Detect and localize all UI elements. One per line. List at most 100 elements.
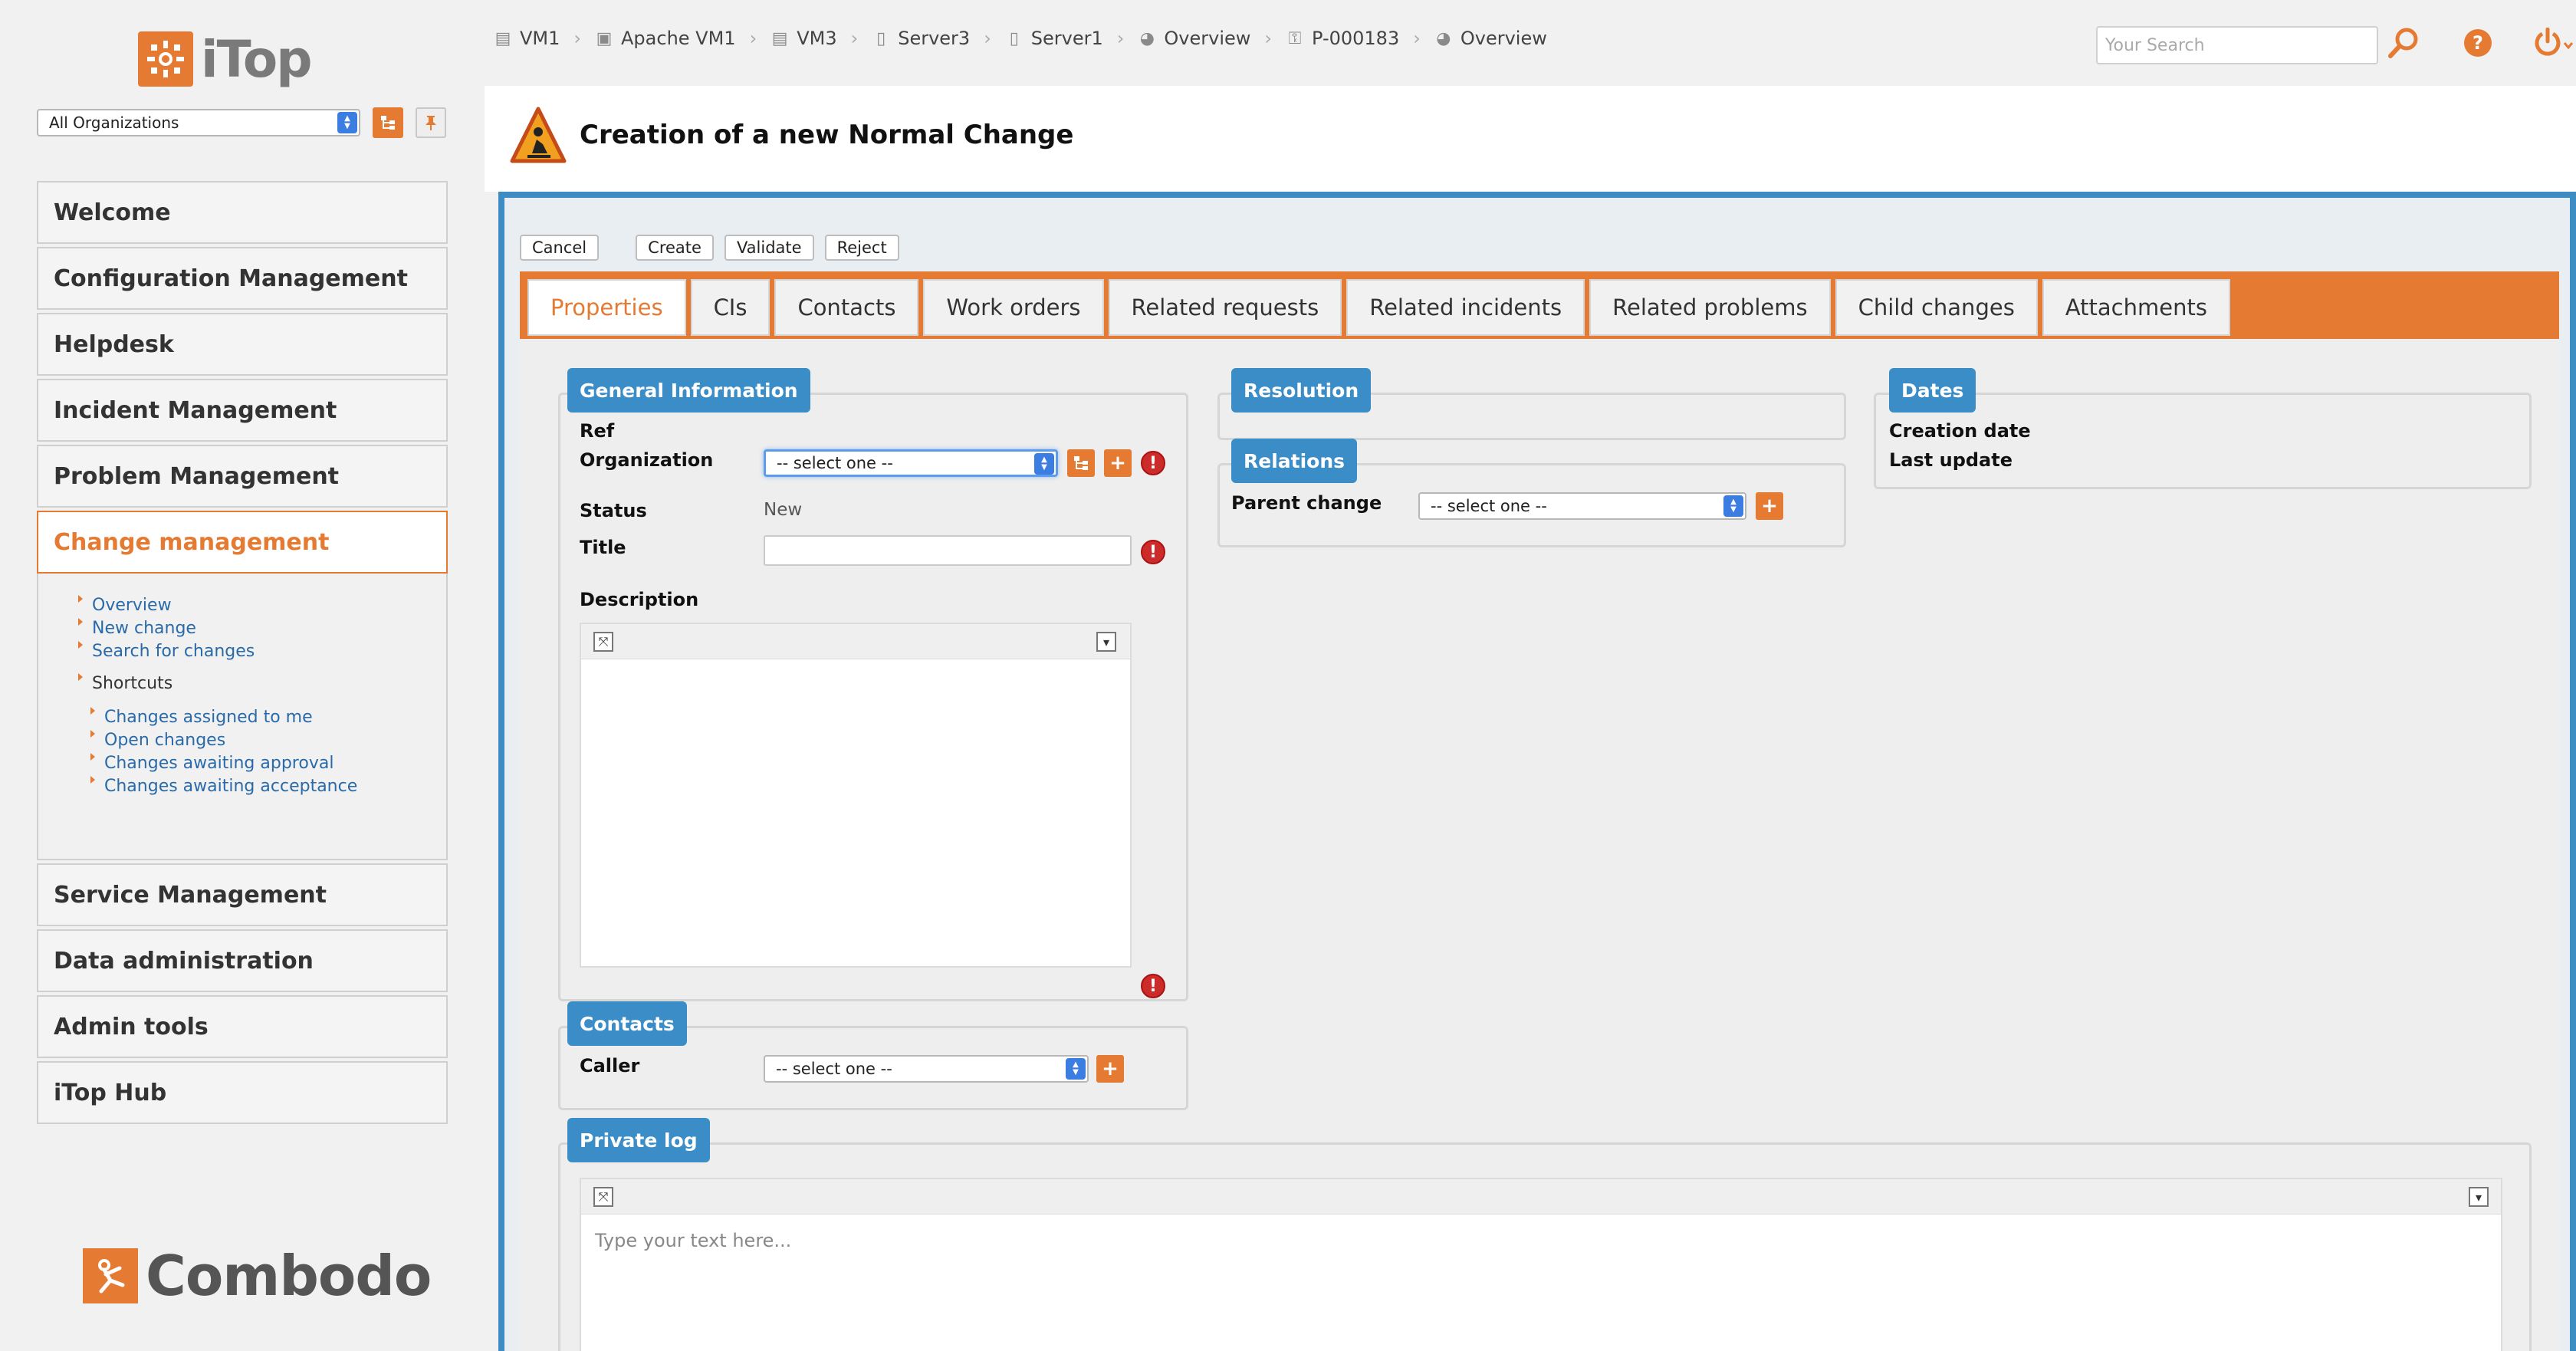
tab-contacts[interactable]: Contacts: [774, 279, 919, 336]
menu-itop-hub[interactable]: iTop Hub: [37, 1061, 448, 1124]
description-label: Description: [580, 589, 699, 610]
menu-change-management[interactable]: Change management: [37, 511, 448, 574]
pin-icon[interactable]: [416, 107, 446, 138]
menu-welcome[interactable]: Welcome: [37, 181, 448, 244]
change-warning-icon: [510, 107, 567, 163]
caller-select[interactable]: -- select one -- ▲ ▼: [764, 1055, 1089, 1083]
search-input[interactable]: Your Search: [2096, 26, 2378, 64]
top-bar: ▤ VM1 › ▣ Apache VM1 › ▤ VM3 › ▯ Server3…: [485, 0, 2576, 86]
breadcrumb: ▤ VM1 › ▣ Apache VM1 › ▤ VM3 › ▯ Server3…: [494, 28, 1547, 49]
breadcrumb-item[interactable]: ▣ Apache VM1: [595, 28, 736, 49]
creation-date-label: Creation date: [1889, 420, 2031, 442]
toolbar-toggle-icon[interactable]: ▾: [1096, 632, 1116, 652]
organization-select-value: -- select one --: [777, 454, 893, 472]
breadcrumb-separator-icon: ›: [984, 28, 991, 49]
toolbar-toggle-icon[interactable]: ▾: [2469, 1187, 2489, 1207]
cancel-button[interactable]: Cancel: [520, 235, 600, 261]
breadcrumb-item[interactable]: ◕ Overview: [1138, 28, 1251, 49]
breadcrumb-item[interactable]: ▤ VM3: [770, 28, 837, 49]
breadcrumb-label: Server3: [898, 28, 971, 49]
add-parent-change-icon[interactable]: +: [1756, 492, 1783, 520]
breadcrumb-item[interactable]: ▤ VM1: [494, 28, 560, 49]
organization-select-value: All Organizations: [49, 113, 179, 132]
menu-problem-management[interactable]: Problem Management: [37, 445, 448, 508]
server-icon: ▤: [495, 28, 511, 48]
tab-cis[interactable]: CIs: [690, 279, 770, 336]
editor-toolbar: ⤧ ▾: [581, 624, 1130, 659]
shortcut-changes-awaiting-acceptance[interactable]: Changes awaiting acceptance: [90, 774, 446, 797]
private-log-editor[interactable]: ⤧ ▾ Type your text here...: [580, 1178, 2502, 1351]
breadcrumb-separator-icon: ›: [749, 28, 757, 49]
breadcrumb-item[interactable]: ◕ Overview: [1434, 28, 1547, 49]
tab-attachments[interactable]: Attachments: [2042, 279, 2230, 336]
change-management-submenu: Overview New change Search for changes S…: [37, 574, 448, 860]
menu-admin-tools[interactable]: Admin tools: [37, 995, 448, 1058]
title-input[interactable]: [764, 535, 1132, 566]
tab-child-changes[interactable]: Child changes: [1835, 279, 2038, 336]
combodo-logo-icon: [83, 1248, 138, 1303]
help-icon[interactable]: ?: [2458, 23, 2498, 63]
app-server-icon: ▣: [596, 28, 613, 48]
validate-button[interactable]: Validate: [724, 235, 814, 261]
parent-change-label: Parent change: [1231, 492, 1382, 514]
server-icon: ▤: [771, 28, 788, 48]
menu-configuration-management[interactable]: Configuration Management: [37, 247, 448, 310]
status-label: Status: [580, 500, 647, 521]
shortcut-changes-awaiting-approval[interactable]: Changes awaiting approval: [90, 751, 446, 774]
shortcut-open-changes[interactable]: Open changes: [90, 728, 446, 751]
relations-legend: Relations: [1231, 439, 1358, 483]
breadcrumb-separator-icon: ›: [1116, 28, 1125, 49]
breadcrumb-separator-icon: ›: [1413, 28, 1421, 49]
shortcut-changes-assigned-to-me[interactable]: Changes assigned to me: [90, 705, 446, 728]
maximize-icon[interactable]: ⤧: [593, 1187, 613, 1207]
caller-select-value: -- select one --: [776, 1060, 892, 1078]
breadcrumb-label: VM3: [797, 28, 837, 49]
tab-related-problems[interactable]: Related problems: [1589, 279, 1831, 336]
combodo-logo[interactable]: Combodo: [83, 1244, 432, 1308]
add-caller-icon[interactable]: +: [1096, 1055, 1124, 1083]
hierarchy-icon[interactable]: [1067, 449, 1095, 477]
editor-toolbar: ⤧ ▾: [581, 1179, 2501, 1215]
parent-change-select[interactable]: -- select one -- ▲ ▼: [1418, 492, 1746, 520]
tab-strip: Properties CIs Contacts Work orders Rela…: [520, 271, 2559, 339]
submenu-new-change[interactable]: New change: [78, 616, 446, 639]
pie-chart-icon: ◕: [1436, 28, 1451, 48]
page-title: Creation of a new Normal Change: [580, 120, 1074, 150]
organization-select[interactable]: All Organizations ▲ ▼: [37, 109, 360, 136]
add-organization-icon[interactable]: +: [1104, 449, 1132, 477]
submenu-search-changes[interactable]: Search for changes: [78, 639, 446, 662]
main-menu: Welcome Configuration Management Helpdes…: [37, 181, 448, 1127]
reject-button[interactable]: Reject: [824, 235, 899, 261]
breadcrumb-item[interactable]: ▯ Server3: [872, 28, 970, 49]
organization-select[interactable]: -- select one -- ▲ ▼: [764, 449, 1058, 477]
breadcrumb-label: VM1: [520, 28, 560, 49]
maximize-icon[interactable]: ⤧: [593, 632, 613, 652]
server-tower-icon: ▯: [876, 28, 886, 48]
breadcrumb-item[interactable]: ▯ Server1: [1005, 28, 1103, 49]
status-value: New: [764, 500, 803, 520]
last-update-label: Last update: [1889, 449, 2013, 471]
shortcuts-list: Changes assigned to me Open changes Chan…: [90, 705, 446, 797]
tab-properties[interactable]: Properties: [527, 279, 686, 336]
logoff-icon[interactable]: [2528, 23, 2576, 63]
hierarchy-icon[interactable]: [373, 107, 403, 138]
description-editor[interactable]: ⤧ ▾: [580, 623, 1132, 968]
menu-data-administration[interactable]: Data administration: [37, 929, 448, 992]
menu-helpdesk[interactable]: Helpdesk: [37, 313, 448, 376]
breadcrumb-item[interactable]: ⚿ P-000183: [1286, 28, 1400, 49]
resolution-legend: Resolution: [1231, 368, 1372, 413]
search-icon[interactable]: [2384, 23, 2424, 63]
itop-logo[interactable]: iTop: [138, 28, 312, 90]
tab-related-requests[interactable]: Related requests: [1108, 279, 1342, 336]
submenu-overview[interactable]: Overview: [78, 593, 446, 616]
key-icon: ⚿: [1288, 28, 1302, 48]
breadcrumb-label: Overview: [1460, 28, 1547, 49]
create-button[interactable]: Create: [636, 235, 714, 261]
organization-filter: All Organizations ▲ ▼: [37, 107, 446, 138]
menu-service-management[interactable]: Service Management: [37, 863, 448, 926]
menu-incident-management[interactable]: Incident Management: [37, 379, 448, 442]
select-arrows-icon: ▲ ▼: [1034, 453, 1054, 475]
tab-work-orders[interactable]: Work orders: [923, 279, 1104, 336]
tab-related-incidents[interactable]: Related incidents: [1346, 279, 1585, 336]
combodo-logo-text: Combodo: [146, 1244, 432, 1308]
